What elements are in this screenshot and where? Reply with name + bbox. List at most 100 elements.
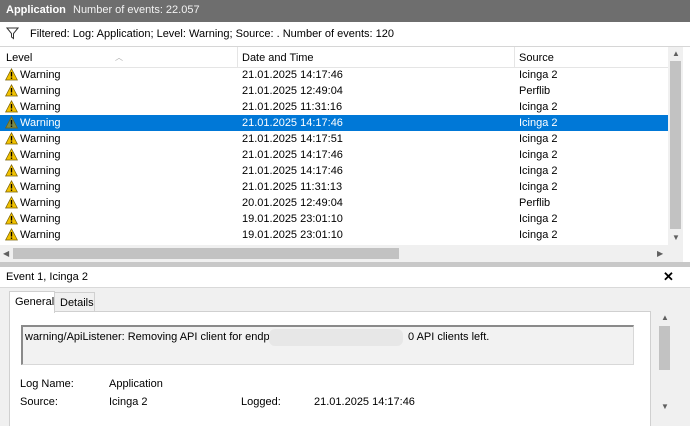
- cell-datetime: 21.01.2025 14:17:46: [242, 69, 343, 81]
- column-header-row: Level ︿ Date and Time Source: [0, 47, 668, 68]
- tab-details-label: Details: [60, 297, 94, 309]
- event-details-panel: Event 1, Icinga 2 ✕ General Details warn…: [0, 267, 690, 426]
- scroll-right-icon[interactable]: ▶: [657, 249, 663, 258]
- scroll-up-icon[interactable]: ▲: [672, 49, 680, 58]
- horizontal-scrollbar[interactable]: ◀ ▶: [0, 245, 668, 262]
- sort-indicator-icon: ︿: [115, 53, 123, 62]
- warning-icon: [5, 68, 18, 81]
- source-label: Source:: [20, 396, 58, 408]
- cell-datetime: 19.01.2025 23:01:10: [242, 213, 343, 225]
- cell-datetime: 21.01.2025 14:17:46: [242, 149, 343, 161]
- cell-level: Warning: [20, 197, 61, 209]
- warning-icon: [5, 228, 18, 241]
- cell-datetime: 21.01.2025 14:17:46: [242, 117, 343, 129]
- cell-level: Warning: [20, 165, 61, 177]
- warning-icon: [5, 196, 18, 209]
- cell-datetime: 19.01.2025 23:01:10: [242, 229, 343, 241]
- cell-datetime: 21.01.2025 11:31:13: [242, 181, 343, 193]
- warning-icon: [5, 100, 18, 113]
- filter-bar: Filtered: Log: Application; Level: Warni…: [0, 22, 690, 47]
- table-row[interactable]: Warning 21.01.2025 12:49:04 Perflib: [0, 83, 668, 99]
- cell-source: Icinga 2: [519, 229, 558, 241]
- cell-source: Icinga 2: [519, 133, 558, 145]
- table-row[interactable]: Warning 21.01.2025 14:17:46 Icinga 2: [0, 147, 668, 163]
- cell-source: Icinga 2: [519, 181, 558, 193]
- tab-details[interactable]: Details: [54, 292, 95, 312]
- table-row[interactable]: Warning 21.01.2025 14:17:46 Icinga 2: [0, 67, 668, 83]
- warning-icon: [5, 180, 18, 193]
- log-name-label: Log Name:: [20, 378, 74, 390]
- warning-icon: [5, 84, 18, 97]
- logged-label: Logged:: [241, 396, 281, 408]
- warning-icon: [5, 164, 18, 177]
- warning-icon: [5, 116, 18, 129]
- cell-source: Icinga 2: [519, 69, 558, 81]
- cell-source: Icinga 2: [519, 165, 558, 177]
- warning-icon: [5, 132, 18, 145]
- column-separator[interactable]: [237, 47, 238, 67]
- warning-icon: [5, 148, 18, 161]
- scroll-left-icon[interactable]: ◀: [3, 249, 9, 258]
- cell-level: Warning: [20, 69, 61, 81]
- column-header-source[interactable]: Source: [519, 52, 554, 64]
- log-name-value: Application: [109, 378, 163, 390]
- redacted-endpoint: [269, 329, 403, 346]
- filter-icon: [6, 27, 19, 40]
- column-separator[interactable]: [514, 47, 515, 67]
- cell-level: Warning: [20, 213, 61, 225]
- event-list: Level ︿ Date and Time Source Warning 21.0…: [0, 47, 690, 262]
- table-row[interactable]: Warning 21.01.2025 11:31:13 Icinga 2: [0, 179, 668, 195]
- scroll-thumb[interactable]: [13, 248, 399, 259]
- scroll-thumb[interactable]: [670, 61, 681, 229]
- cell-source: Perflib: [519, 197, 551, 209]
- table-row[interactable]: Warning 21.01.2025 14:17:46 Icinga 2: [0, 115, 668, 131]
- warning-icon: [5, 212, 18, 225]
- cell-source: Icinga 2: [519, 117, 558, 129]
- table-row[interactable]: Warning 19.01.2025 23:01:10 Icinga 2: [0, 211, 668, 227]
- close-icon[interactable]: ✕: [663, 269, 674, 285]
- column-header-level[interactable]: Level: [6, 52, 32, 64]
- table-row[interactable]: Warning 21.01.2025 14:17:51 Icinga 2: [0, 131, 668, 147]
- filter-text: Filtered: Log: Application; Level: Warni…: [30, 28, 395, 40]
- scroll-corner: [668, 245, 683, 262]
- app-title: Application: [6, 4, 66, 16]
- message-text-start: warning/ApiListener: Removing API client…: [25, 331, 288, 343]
- window-titlebar: Application Number of events: 22.057: [0, 0, 690, 22]
- cell-source: Perflib: [519, 85, 551, 97]
- general-tab-content: warning/ApiListener: Removing API client…: [9, 311, 651, 426]
- cell-source: Icinga 2: [519, 213, 558, 225]
- details-scrollbar[interactable]: ▲ ▼: [656, 313, 672, 413]
- scroll-down-icon[interactable]: ▼: [661, 402, 669, 411]
- table-row[interactable]: Warning 20.01.2025 12:49:04 Perflib: [0, 195, 668, 211]
- scroll-thumb[interactable]: [659, 326, 670, 370]
- message-text-end: 0 API clients left.: [408, 331, 490, 343]
- cell-datetime: 21.01.2025 11:31:16: [242, 101, 343, 113]
- cell-datetime: 21.01.2025 12:49:04: [242, 85, 343, 97]
- cell-level: Warning: [20, 181, 61, 193]
- cell-level: Warning: [20, 117, 61, 129]
- event-rows: Warning 21.01.2025 14:17:46 Icinga 2 Warnin…: [0, 67, 668, 243]
- details-title: Event 1, Icinga 2: [6, 271, 88, 283]
- vertical-scrollbar[interactable]: ▲ ▼: [668, 47, 683, 245]
- cell-datetime: 20.01.2025 12:49:04: [242, 197, 343, 209]
- tab-general[interactable]: General: [9, 291, 55, 313]
- table-row[interactable]: Warning 21.01.2025 14:17:46 Icinga 2: [0, 163, 668, 179]
- cell-level: Warning: [20, 229, 61, 241]
- tab-general-label: General: [15, 296, 55, 308]
- event-count: Number of events: 22.057: [73, 4, 200, 16]
- scroll-down-icon[interactable]: ▼: [672, 233, 680, 242]
- cell-level: Warning: [20, 133, 61, 145]
- cell-level: Warning: [20, 101, 61, 113]
- cell-datetime: 21.01.2025 14:17:46: [242, 165, 343, 177]
- table-row[interactable]: Warning 19.01.2025 23:01:10 Icinga 2: [0, 227, 668, 243]
- event-message-box[interactable]: warning/ApiListener: Removing API client…: [21, 325, 634, 365]
- scroll-up-icon[interactable]: ▲: [661, 313, 669, 322]
- details-header: Event 1, Icinga 2 ✕: [0, 267, 690, 288]
- cell-datetime: 21.01.2025 14:17:51: [242, 133, 343, 145]
- column-header-datetime[interactable]: Date and Time: [242, 52, 314, 64]
- logged-value: 21.01.2025 14:17:46: [314, 396, 415, 408]
- table-row[interactable]: Warning 21.01.2025 11:31:16 Icinga 2: [0, 99, 668, 115]
- cell-source: Icinga 2: [519, 101, 558, 113]
- cell-level: Warning: [20, 149, 61, 161]
- source-value: Icinga 2: [109, 396, 148, 408]
